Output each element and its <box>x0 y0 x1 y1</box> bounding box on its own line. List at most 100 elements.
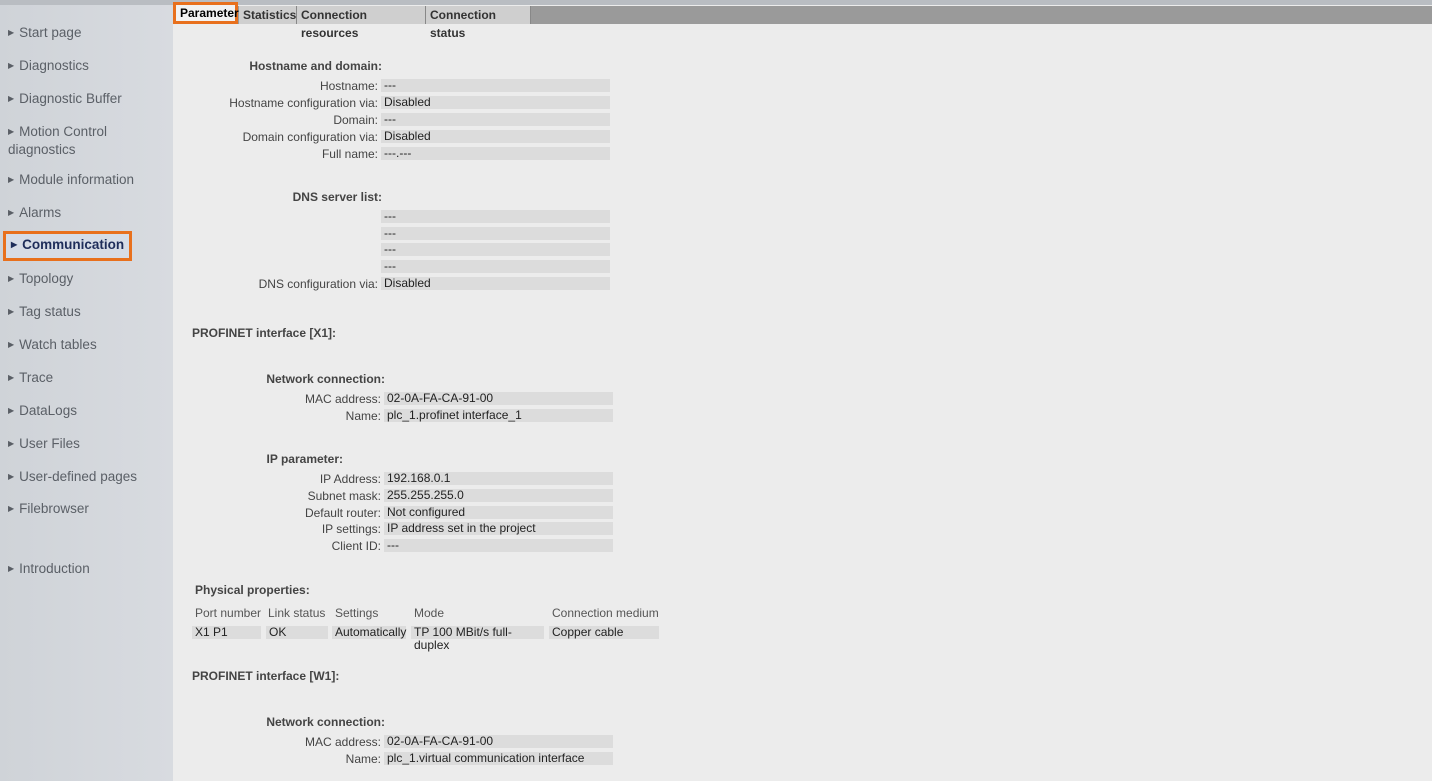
triangle-right-icon: ▶ <box>8 61 15 70</box>
triangle-right-icon: ▶ <box>8 28 15 37</box>
sidebar-item-label: Trace <box>19 370 54 385</box>
x1-network-header: Network connection: <box>266 372 385 386</box>
col-connection-medium: Connection medium <box>552 606 659 620</box>
x1-router-value: Not configured <box>384 506 613 519</box>
dns-server-3: --- <box>381 243 610 256</box>
domain-config-label: Domain configuration via: <box>242 130 378 144</box>
sidebar-item-label: User-defined pages <box>19 469 137 484</box>
x1-mask-label: Subnet mask: <box>307 489 381 503</box>
profinet-w1-title: PROFINET interface [W1]: <box>192 669 340 683</box>
sidebar-item-label: Diagnostic Buffer <box>19 91 122 106</box>
cell-link-status: OK <box>266 626 328 639</box>
sidebar-item-watch-tables[interactable]: ▶ Watch tables <box>8 337 168 355</box>
sidebar-item-label: Module information <box>19 172 134 187</box>
sidebar-item-label: User Files <box>19 436 80 451</box>
triangle-right-icon: ▶ <box>8 472 15 481</box>
cell-settings: Automatically <box>332 626 406 639</box>
col-settings: Settings <box>335 606 379 620</box>
domain-value: --- <box>381 113 610 126</box>
hostname-config-value: Disabled <box>381 96 610 109</box>
triangle-right-icon: ▶ <box>8 175 15 184</box>
triangle-right-icon: ▶ <box>8 127 15 136</box>
cell-port-number: X1 P1 <box>192 626 261 639</box>
w1-mac-label: MAC address: <box>304 735 381 749</box>
x1-client-id-label: Client ID: <box>331 539 381 553</box>
triangle-right-icon: ▶ <box>8 373 15 382</box>
col-port-number: Port number <box>195 606 262 620</box>
tab-connection-status[interactable]: Connection status <box>426 6 531 40</box>
sidebar-item-module-information[interactable]: ▶ Module information <box>8 172 168 190</box>
triangle-right-icon: ▶ <box>8 94 15 103</box>
sidebar-item-datalogs[interactable]: ▶ DataLogs <box>8 403 168 421</box>
hostname-config-label: Hostname configuration via: <box>229 96 378 110</box>
sidebar-item-alarms[interactable]: ▶ Alarms <box>8 205 168 223</box>
triangle-right-icon: ▶ <box>8 504 15 513</box>
sidebar-item-user-defined-pages[interactable]: ▶ User-defined pages <box>8 469 168 487</box>
dns-config-value: Disabled <box>381 277 610 290</box>
hostname-value: --- <box>381 79 610 92</box>
sidebar-item-label: Watch tables <box>19 337 97 352</box>
triangle-right-icon: ▶ <box>8 340 15 349</box>
sidebar-item-tag-status[interactable]: ▶ Tag status <box>8 304 168 322</box>
sidebar-item-label: Diagnostics <box>19 58 89 73</box>
x1-ip-value: 192.168.0.1 <box>384 472 613 485</box>
cell-connection-medium: Copper cable <box>549 626 659 639</box>
x1-name-label: Name: <box>345 409 381 423</box>
sidebar-nav: ▶ Start page ▶ Diagnostics ▶ Diagnostic Buf… <box>0 0 1432 781</box>
sidebar-item-label: Alarms <box>19 205 62 220</box>
x1-mask-value: 255.255.255.0 <box>384 489 613 502</box>
tab-connection-resources[interactable]: Connection resources <box>297 6 426 40</box>
sidebar-item-label: Topology <box>19 271 74 286</box>
dns-config-label: DNS configuration via: <box>258 277 378 291</box>
sidebar-item-user-files[interactable]: ▶ User Files <box>8 436 168 454</box>
x1-mac-value: 02-0A-FA-CA-91-00 <box>384 392 613 405</box>
full-name-value: ---.--- <box>381 147 610 160</box>
triangle-right-icon: ▶ <box>11 240 18 249</box>
w1-name-label: Name: <box>345 752 381 766</box>
x1-ip-settings-label: IP settings: <box>321 522 381 536</box>
sidebar-item-topology[interactable]: ▶ Topology <box>8 271 168 289</box>
sidebar-item-label: Motion Control diagnostics <box>8 124 107 157</box>
w1-name-value: plc_1.virtual communication interface <box>384 752 613 765</box>
triangle-right-icon: ▶ <box>8 208 15 217</box>
sidebar-item-label: Introduction <box>19 561 90 576</box>
dns-server-4: --- <box>381 260 610 273</box>
sidebar-item-motion-control-diagnostics[interactable]: ▶ Motion Control diagnostics <box>8 124 138 158</box>
sidebar-item-introduction[interactable]: ▶ Introduction <box>8 561 168 579</box>
sidebar-item-label: DataLogs <box>19 403 77 418</box>
sidebar-item-start-page[interactable]: ▶ Start page <box>8 25 168 43</box>
full-name-label: Full name: <box>321 147 378 161</box>
sidebar-item-diagnostic-buffer[interactable]: ▶ Diagnostic Buffer <box>8 91 168 109</box>
tab-statistics[interactable]: Statistics <box>239 6 297 24</box>
triangle-right-icon: ▶ <box>8 274 15 283</box>
hostname-header: Hostname and domain: <box>249 59 382 73</box>
hostname-label: Hostname: <box>319 79 378 93</box>
physical-properties-header: Physical properties: <box>195 583 310 597</box>
sidebar-item-label: Communication <box>22 237 125 252</box>
sidebar-item-diagnostics[interactable]: ▶ Diagnostics <box>8 58 168 76</box>
triangle-right-icon: ▶ <box>8 564 15 573</box>
cell-mode: TP 100 MBit/s full-duplex <box>411 626 544 652</box>
x1-ip-header: IP parameter: <box>266 452 343 466</box>
x1-router-label: Default router: <box>304 506 381 520</box>
profinet-x1-title: PROFINET interface [X1]: <box>192 326 337 340</box>
triangle-right-icon: ▶ <box>8 439 15 448</box>
sidebar-item-trace[interactable]: ▶ Trace <box>8 370 168 388</box>
sidebar-item-label: Start page <box>19 25 82 40</box>
x1-ip-settings-value: IP address set in the project <box>384 522 613 535</box>
col-link-status: Link status <box>268 606 326 620</box>
sidebar-item-filebrowser[interactable]: ▶ Filebrowser <box>8 501 168 519</box>
dns-header: DNS server list: <box>292 190 382 204</box>
w1-network-header: Network connection: <box>266 715 385 729</box>
triangle-right-icon: ▶ <box>8 307 15 316</box>
x1-name-value: plc_1.profinet interface_1 <box>384 409 613 422</box>
x1-client-id-value: --- <box>384 539 613 552</box>
dns-server-2: --- <box>381 227 610 240</box>
sidebar-item-communication[interactable]: ▶ Communication <box>3 231 133 261</box>
sidebar-item-label: Tag status <box>19 304 81 319</box>
col-mode: Mode <box>414 606 445 620</box>
x1-mac-label: MAC address: <box>304 392 381 406</box>
tab-parameter[interactable]: Parameter <box>173 2 239 24</box>
domain-config-value: Disabled <box>381 130 610 143</box>
domain-label: Domain: <box>333 113 378 127</box>
